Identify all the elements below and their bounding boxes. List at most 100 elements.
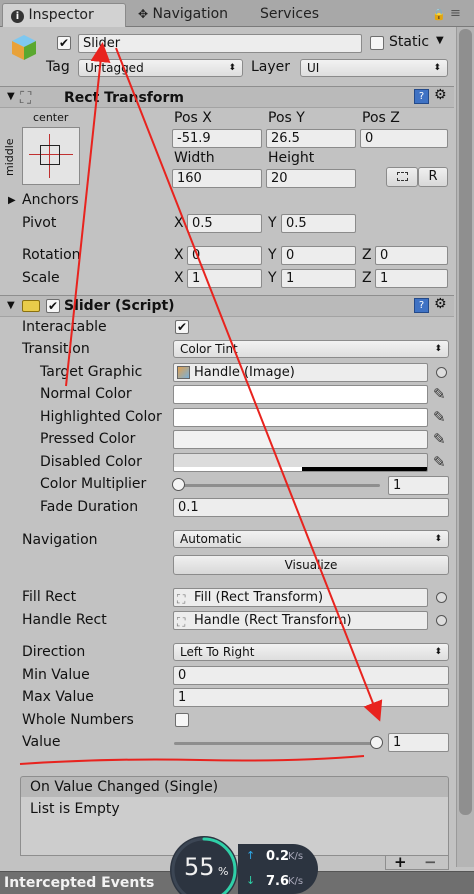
foldout-arrow-icon[interactable]: ▼ [7,91,15,102]
navigation-dropdown[interactable]: Automatic ⬍ [173,530,449,548]
alpha-bar-dark [302,467,427,471]
interactable-checkbox[interactable]: ✔ [175,320,189,334]
tab-navigation-label: Navigation [152,6,229,22]
tab-services[interactable]: Services [252,3,327,27]
rect-transform-icon: ⛶ [177,615,186,629]
pos-y-input[interactable]: 26.5 [266,129,356,148]
direction-dropdown[interactable]: Left To Right ⬍ [173,643,449,661]
eyedropper-icon[interactable]: ✎ [433,408,449,426]
eyedropper-icon[interactable]: ✎ [433,430,449,448]
static-dropdown-arrow-icon[interactable]: ▼ [436,35,444,46]
active-checkbox[interactable]: ✔ [57,36,71,50]
rot-y-input[interactable]: 0 [281,246,356,265]
gear-icon[interactable]: ⚙ [434,296,447,312]
normal-color-swatch[interactable] [173,385,428,404]
pivot-x-input[interactable]: 0.5 [187,214,262,233]
handle-rect-label: Handle Rect [22,612,107,628]
rot-x-letter: X [174,247,184,263]
handle-rect-field[interactable]: ⛶ Handle (Rect Transform) [173,611,428,630]
foldout-arrow-icon[interactable]: ▼ [7,300,15,311]
info-icon: i [11,10,24,23]
eyedropper-icon[interactable]: ✎ [433,453,449,471]
navigation-icon: ✥ [138,7,149,21]
chevron-icon: ⬍ [434,534,442,544]
pos-z-input[interactable]: 0 [360,129,448,148]
gear-icon[interactable]: ⚙ [434,87,447,103]
disabled-color-swatch[interactable] [173,453,428,472]
scale-x-input[interactable]: 1 [187,269,262,288]
help-book-icon[interactable]: ? [414,89,429,104]
tab-navigation[interactable]: ✥ Navigation [130,3,236,27]
dashed-rect-icon [396,172,408,181]
anchor-horizontal-label: center [33,111,69,124]
min-value-label: Min Value [22,667,90,683]
min-value-input[interactable]: 0 [173,666,449,685]
gameobject-cube-icon [10,33,38,61]
alpha-bar-light [174,467,302,471]
scale-label: Scale [22,270,60,286]
object-picker-icon[interactable] [436,367,447,378]
help-book-icon[interactable]: ? [414,298,429,313]
gauge-percent-sign: % [218,865,229,878]
anchor-box [40,145,60,165]
rect-transform-icon: ⛶ [177,592,186,606]
object-picker-icon[interactable] [436,615,447,626]
remove-event-button[interactable]: − [424,853,437,871]
rot-x-input[interactable]: 0 [187,246,262,265]
tag-dropdown[interactable]: Untagged ⬍ [78,59,243,77]
scale-x-letter: X [174,270,184,286]
intercepted-events-label: Intercepted Events [4,875,155,891]
height-label: Height [268,150,315,166]
anchors-label[interactable]: Anchors [22,192,79,208]
add-event-button[interactable]: + [394,853,407,871]
scale-z-input[interactable]: 1 [375,269,448,288]
color-multiplier-input[interactable]: 1 [388,476,449,495]
anchors-foldout-arrow-icon[interactable]: ▶ [8,195,16,206]
color-multiplier-label: Color Multiplier [40,476,147,492]
value-input[interactable]: 1 [388,733,449,752]
tab-inspector[interactable]: i Inspector [2,3,126,27]
object-picker-icon[interactable] [436,592,447,603]
static-checkbox[interactable] [370,36,384,50]
target-graphic-field[interactable]: Handle (Image) [173,363,428,382]
color-multiplier-handle[interactable] [171,478,185,491]
inspector-scrollbar[interactable] [456,27,474,867]
tab-inspector-label: Inspector [28,7,94,23]
event-header: On Value Changed (Single) [20,776,449,798]
pos-x-input[interactable]: -51.9 [172,129,262,148]
lock-icon[interactable]: 🔒 [432,8,446,21]
height-input[interactable]: 20 [266,169,356,188]
tab-services-label: Services [260,6,320,22]
whole-numbers-checkbox[interactable] [175,713,189,727]
scrollbar-thumb[interactable] [459,29,472,815]
layer-dropdown[interactable]: UI ⬍ [300,59,448,77]
menu-icon[interactable]: ≡ [450,6,461,21]
visualize-button[interactable]: Visualize [173,555,449,575]
width-input[interactable]: 160 [172,169,262,188]
navigation-label: Navigation [22,532,98,548]
event-title: On Value Changed (Single) [30,779,219,795]
blueprint-mode-button[interactable] [386,167,418,187]
max-value-input[interactable]: 1 [173,688,449,707]
component-enabled-checkbox[interactable]: ✔ [46,299,60,313]
raw-edit-button[interactable]: R [418,167,448,187]
pivot-y-input[interactable]: 0.5 [281,214,356,233]
speed-gauge[interactable]: 55 % [168,834,240,894]
color-multiplier-track[interactable] [178,484,380,487]
transition-dropdown[interactable]: Color Tint ⬍ [173,340,449,358]
object-name-input[interactable]: Slider [78,34,362,53]
fill-rect-field[interactable]: ⛶ Fill (Rect Transform) [173,588,428,607]
upload-unit: K/s [288,851,304,862]
pressed-color-swatch[interactable] [173,430,428,449]
rot-z-input[interactable]: 0 [375,246,448,265]
pivot-x-letter: X [174,215,184,231]
rect-transform-icon: ⛶ [20,88,32,107]
interactable-label: Interactable [22,319,107,335]
anchor-preset-button[interactable] [22,127,80,185]
highlighted-color-swatch[interactable] [173,408,428,427]
fade-duration-input[interactable]: 0.1 [173,498,449,517]
value-slider-handle[interactable] [369,736,383,749]
eyedropper-icon[interactable]: ✎ [433,385,449,403]
scale-y-input[interactable]: 1 [281,269,356,288]
value-slider-track[interactable] [174,742,376,745]
